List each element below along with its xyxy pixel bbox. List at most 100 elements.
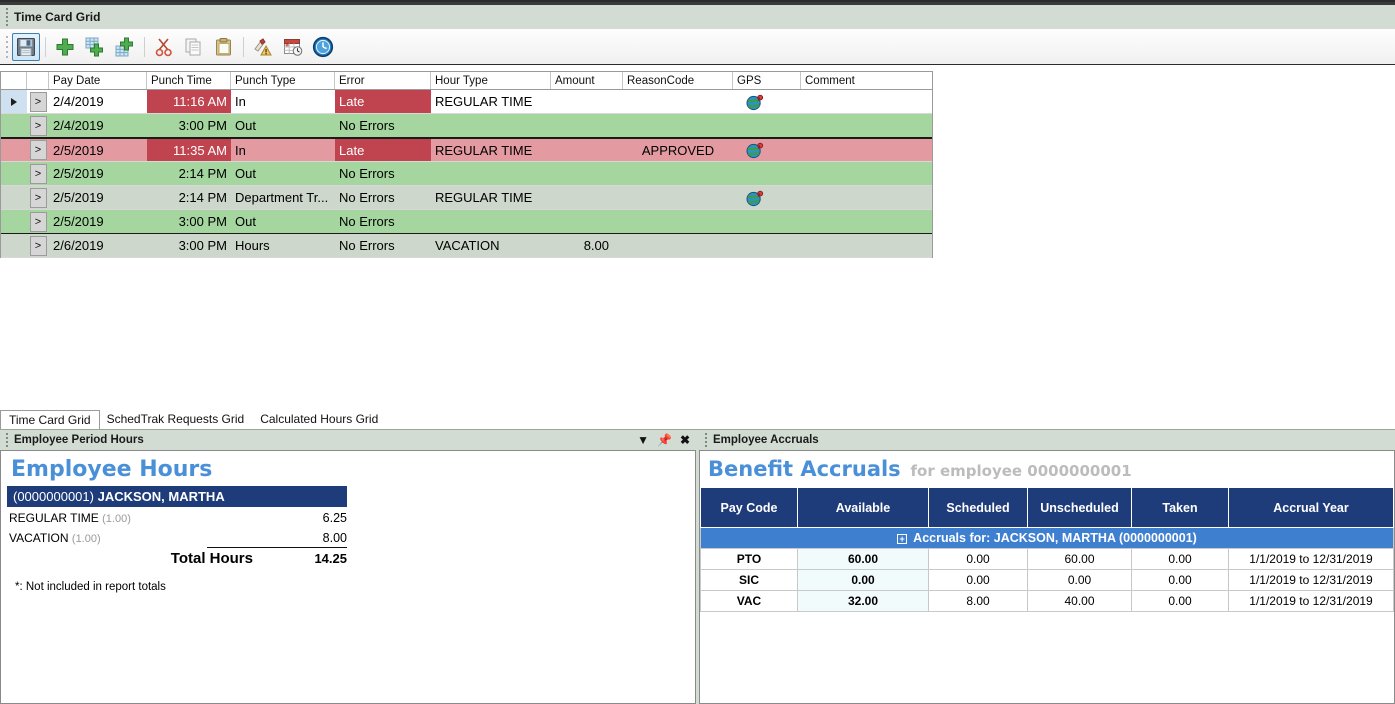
cell-punch-type[interactable]: Out <box>231 114 335 137</box>
column-header-pay-date[interactable]: Pay Date <box>49 72 147 89</box>
close-icon[interactable]: ✖ <box>680 434 690 446</box>
accruals-cell-taken[interactable]: 0.00 <box>1131 569 1229 591</box>
accruals-cell-scheduled[interactable]: 0.00 <box>928 569 1028 591</box>
accruals-row[interactable]: VAC 32.00 8.00 40.00 0.00 1/1/2019 to 12/31/2… <box>700 590 1394 612</box>
column-header-punch-type[interactable]: Punch Type <box>231 72 335 89</box>
cell-hour-type[interactable]: REGULAR TIME <box>431 90 551 113</box>
cell-punch-time[interactable]: 3:00 PM <box>147 114 231 137</box>
cell-hour-type[interactable]: REGULAR TIME <box>431 186 551 209</box>
cell-reason-code[interactable] <box>623 90 733 113</box>
accruals-cell-available[interactable]: 60.00 <box>797 548 929 570</box>
accruals-cell-unscheduled[interactable]: 0.00 <box>1027 569 1132 591</box>
cell-amount[interactable]: 8.00 <box>551 234 623 257</box>
cell-amount[interactable] <box>551 139 623 161</box>
cell-amount[interactable] <box>551 210 623 233</box>
tab-schedtrak-requests-grid[interactable]: SchedTrak Requests Grid <box>98 410 254 429</box>
row-indicator[interactable] <box>1 210 27 233</box>
save-button[interactable] <box>12 32 40 61</box>
cell-punch-type[interactable]: Hours <box>231 234 335 257</box>
chevron-right-icon[interactable]: > <box>29 163 47 184</box>
cell-punch-type[interactable]: Out <box>231 210 335 233</box>
accruals-cell-accrual-year[interactable]: 1/1/2019 to 12/31/2019 <box>1228 548 1394 570</box>
accruals-column-pay-code[interactable]: Pay Code <box>700 487 798 528</box>
pin-icon[interactable]: 📌 <box>657 434 672 446</box>
cell-gps[interactable] <box>733 234 801 257</box>
column-header-punch-time[interactable]: Punch Time <box>147 72 231 89</box>
accruals-cell-unscheduled[interactable]: 40.00 <box>1027 590 1132 612</box>
cell-gps[interactable] <box>733 210 801 233</box>
accruals-column-scheduled[interactable]: Scheduled <box>928 487 1028 528</box>
accruals-cell-pay-code[interactable]: VAC <box>700 590 798 612</box>
cell-comment[interactable] <box>801 90 932 113</box>
cell-hour-type[interactable] <box>431 162 551 185</box>
row-indicator[interactable] <box>1 139 27 161</box>
table-row[interactable]: >2/5/2019 2:14 PM Department Tr... No Error… <box>1 186 932 210</box>
cell-punch-time[interactable]: 3:00 PM <box>147 210 231 233</box>
cell-gps[interactable] <box>733 139 801 161</box>
row-indicator[interactable] <box>1 162 27 185</box>
row-expander-button[interactable]: > <box>27 162 49 185</box>
cell-error[interactable]: No Errors <box>335 234 431 257</box>
cell-error[interactable]: Late <box>335 139 431 161</box>
cell-error[interactable]: Late <box>335 90 431 113</box>
cell-pay-date[interactable]: 2/5/2019 <box>49 139 147 161</box>
table-row[interactable]: >2/5/2019 3:00 PM Out No Errors <box>1 210 932 234</box>
row-indicator[interactable] <box>1 234 27 257</box>
copy-button[interactable] <box>180 33 208 61</box>
tab-calculated-hours-grid[interactable]: Calculated Hours Grid <box>252 410 388 429</box>
cell-hour-type[interactable] <box>431 114 551 137</box>
table-row[interactable]: >2/4/2019 11:16 AM In Late REGULAR TIME <box>1 90 932 114</box>
cell-punch-time[interactable]: 11:35 AM <box>147 139 231 161</box>
cell-hour-type[interactable]: REGULAR TIME <box>431 139 551 161</box>
column-header-indicator[interactable] <box>1 72 27 89</box>
cell-amount[interactable] <box>551 114 623 137</box>
accruals-cell-taken[interactable]: 0.00 <box>1131 590 1229 612</box>
column-header-comment[interactable]: Comment <box>801 72 932 89</box>
column-header-gps[interactable]: GPS <box>733 72 801 89</box>
accruals-cell-scheduled[interactable]: 0.00 <box>928 548 1028 570</box>
table-row[interactable]: >2/5/2019 2:14 PM Out No Errors <box>1 162 932 186</box>
cell-reason-code[interactable] <box>623 234 733 257</box>
row-indicator[interactable] <box>1 186 27 209</box>
accruals-cell-available[interactable]: 0.00 <box>797 569 929 591</box>
accruals-cell-accrual-year[interactable]: 1/1/2019 to 12/31/2019 <box>1228 569 1394 591</box>
time-button[interactable] <box>309 33 337 61</box>
cell-gps[interactable] <box>733 162 801 185</box>
cell-punch-time[interactable]: 2:14 PM <box>147 186 231 209</box>
row-expander-button[interactable]: > <box>27 186 49 209</box>
accruals-column-available[interactable]: Available <box>797 487 929 528</box>
chevron-right-icon[interactable]: > <box>29 235 47 256</box>
cell-comment[interactable] <box>801 139 932 161</box>
accruals-cell-taken[interactable]: 0.00 <box>1131 548 1229 570</box>
accruals-cell-pay-code[interactable]: PTO <box>700 548 798 570</box>
time-card-grid[interactable]: Pay Date Punch Time Punch Type Error Hou… <box>0 71 933 258</box>
cell-pay-date[interactable]: 2/4/2019 <box>49 90 147 113</box>
cell-punch-type[interactable]: In <box>231 139 335 161</box>
paste-button[interactable] <box>210 33 238 61</box>
row-expander-button[interactable]: > <box>27 139 49 161</box>
cell-comment[interactable] <box>801 162 932 185</box>
accruals-cell-accrual-year[interactable]: 1/1/2019 to 12/31/2019 <box>1228 590 1394 612</box>
table-row[interactable]: >2/6/2019 3:00 PM Hours No Errors VACATION 8.… <box>1 234 932 258</box>
append-row-button[interactable] <box>111 33 139 61</box>
chevron-right-icon[interactable]: > <box>29 187 47 208</box>
cell-gps[interactable] <box>733 186 801 209</box>
cell-error[interactable]: No Errors <box>335 210 431 233</box>
cell-punch-time[interactable]: 2:14 PM <box>147 162 231 185</box>
accruals-cell-unscheduled[interactable]: 60.00 <box>1027 548 1132 570</box>
row-indicator[interactable] <box>1 114 27 137</box>
chevron-right-icon[interactable]: > <box>29 91 47 112</box>
accruals-cell-available[interactable]: 32.00 <box>797 590 929 612</box>
row-expander-button[interactable]: > <box>27 234 49 257</box>
calendar-button[interactable] <box>279 33 307 61</box>
cell-hour-type[interactable]: VACATION <box>431 234 551 257</box>
cell-error[interactable]: No Errors <box>335 186 431 209</box>
cell-amount[interactable] <box>551 186 623 209</box>
accruals-table[interactable]: Pay Code Available Scheduled Unscheduled… <box>700 487 1394 612</box>
accruals-row[interactable]: PTO 60.00 0.00 60.00 0.00 1/1/2019 to 12/31/2… <box>700 548 1394 570</box>
cell-pay-date[interactable]: 2/5/2019 <box>49 162 147 185</box>
cell-error[interactable]: No Errors <box>335 114 431 137</box>
cell-pay-date[interactable]: 2/6/2019 <box>49 234 147 257</box>
accruals-cell-scheduled[interactable]: 8.00 <box>928 590 1028 612</box>
cell-reason-code[interactable] <box>623 162 733 185</box>
